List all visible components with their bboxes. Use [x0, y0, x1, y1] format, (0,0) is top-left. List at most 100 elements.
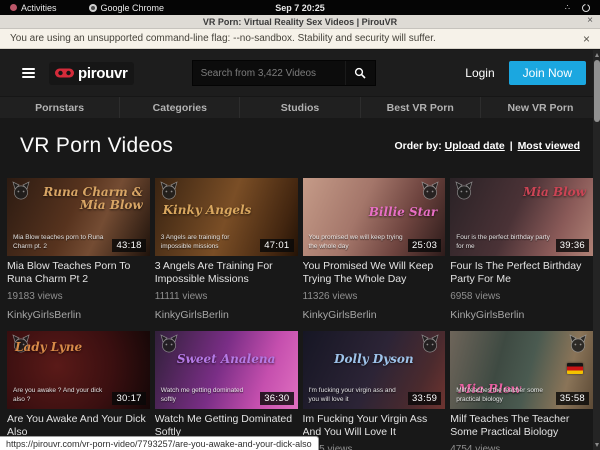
video-thumbnail[interactable]: Mia Blow Milf teaches the teacher some p… — [450, 331, 593, 409]
page-title: VR Porn Videos — [20, 134, 173, 158]
activities-indicator-icon — [10, 4, 17, 11]
site-header: pirouvr Login Join Now — [0, 50, 600, 96]
system-top-bar: Activities Google Chrome Sep 7 20:25 ∴ — [0, 0, 600, 15]
duration-badge: 25:03 — [408, 239, 441, 252]
thumbnail-overlay-title: Dolly Dyson — [303, 353, 446, 366]
video-thumbnail[interactable]: Dolly Dyson I'm fucking your virgin ass … — [303, 331, 446, 409]
video-views: 4754 views — [450, 444, 593, 450]
video-card: Sweet Analena Watch me getting dominated… — [155, 331, 298, 450]
infobar-close-button[interactable]: × — [583, 32, 590, 46]
window-title-bar: VR Porn: Virtual Reality Sex Videos | Pi… — [0, 15, 600, 29]
activities-button[interactable]: Activities — [10, 3, 57, 13]
system-tray: ∴ — [565, 4, 590, 12]
thumbnail-caption: You promised we will keep trying the who… — [309, 234, 404, 252]
activities-label: Activities — [21, 3, 57, 13]
order-upload-date-link[interactable]: Upload date — [445, 140, 505, 152]
video-card: Kinky Angels 3 Angels are training for i… — [155, 178, 298, 321]
site-logo[interactable]: pirouvr — [49, 62, 134, 85]
thumbnail-overlay-title: Billie Star — [369, 206, 438, 219]
studio-cat-mask-icon — [420, 334, 440, 354]
nav-item-categories[interactable]: Categories — [119, 97, 239, 118]
video-thumbnail[interactable]: Mia Blow Four is the perfect birthday pa… — [450, 178, 593, 256]
studio-cat-mask-icon — [159, 181, 179, 201]
network-icon[interactable]: ∴ — [565, 4, 570, 12]
studio-cat-mask-icon — [420, 181, 440, 201]
main-nav: Pornstars Categories Studios Best VR Por… — [0, 96, 600, 118]
order-separator: | — [510, 140, 513, 152]
thumbnail-overlay-title: Lady Lyne — [15, 341, 82, 354]
studio-link[interactable]: KinkyGirlsBerlin — [7, 309, 150, 321]
video-card: Dolly Dyson I'm fucking your virgin ass … — [303, 331, 446, 450]
german-flag — [567, 363, 583, 374]
duration-badge: 47:01 — [260, 239, 293, 252]
video-views: 11111 views — [155, 291, 298, 302]
thumbnail-caption: Are you awake ? And your dick also ? — [13, 387, 108, 405]
scrollbar-down-arrow[interactable] — [595, 443, 599, 447]
thumbnail-overlay-title: Runa Charm & Mia Blow — [21, 186, 142, 212]
status-url-tooltip: https://pirouvr.com/vr-porn-video/779325… — [0, 436, 319, 450]
video-card: Billie Star You promised we will keep tr… — [303, 178, 446, 321]
video-thumbnail[interactable]: Kinky Angels 3 Angels are training for i… — [155, 178, 298, 256]
login-link[interactable]: Login — [465, 66, 494, 80]
thumbnail-caption: Four is the perfect birthday party for m… — [456, 234, 551, 252]
search-bar — [192, 60, 376, 86]
video-title-link[interactable]: You Promised We Will Keep Trying The Who… — [303, 260, 446, 286]
window-title: VR Porn: Virtual Reality Sex Videos | Pi… — [203, 17, 397, 27]
thumbnail-overlay-title: Kinky Angels — [163, 204, 252, 217]
chrome-app-menu[interactable]: Google Chrome — [89, 3, 165, 13]
nav-item-studios[interactable]: Studios — [239, 97, 359, 118]
video-thumbnail[interactable]: Billie Star You promised we will keep tr… — [303, 178, 446, 256]
scrollbar-up-arrow[interactable] — [595, 53, 599, 57]
video-title-link[interactable]: 3 Angels Are Training For Impossible Mis… — [155, 260, 298, 286]
video-views: 9795 views — [303, 444, 446, 450]
video-views: 11326 views — [303, 291, 446, 302]
video-title-link[interactable]: Milf Teaches The Teacher Some Practical … — [450, 413, 593, 439]
studio-cat-mask-icon — [568, 334, 588, 354]
video-title-link[interactable]: Im Fucking Your Virgin Ass And You Will … — [303, 413, 446, 439]
window-close-button[interactable]: × — [587, 15, 593, 26]
order-most-viewed-link[interactable]: Most viewed — [518, 140, 580, 152]
video-thumbnail[interactable]: Lady Lyne Are you awake ? And your dick … — [7, 331, 150, 409]
video-thumbnail[interactable]: Sweet Analena Watch me getting dominated… — [155, 331, 298, 409]
search-input[interactable] — [193, 61, 345, 85]
duration-badge: 43:18 — [112, 239, 145, 252]
scrollbar-thumb[interactable] — [594, 60, 600, 122]
thumbnail-caption: Mia Blow teaches porn to Runa Charm pt. … — [13, 234, 108, 252]
video-views: 6958 views — [450, 291, 593, 302]
duration-badge: 39:36 — [556, 239, 589, 252]
site-logo-text: pirouvr — [78, 65, 128, 82]
studio-link[interactable]: KinkyGirlsBerlin — [155, 309, 298, 321]
duration-badge: 35:58 — [556, 392, 589, 405]
video-card: Runa Charm & Mia Blow Mia Blow teaches p… — [7, 178, 150, 321]
video-card: Lady Lyne Are you awake ? And your dick … — [7, 331, 150, 450]
studio-cat-mask-icon — [159, 334, 179, 354]
video-title-link[interactable]: Four Is The Perfect Birthday Party For M… — [450, 260, 593, 286]
page-viewport: pirouvr Login Join Now Pornstars Categor… — [0, 50, 600, 450]
chrome-app-label: Google Chrome — [101, 3, 165, 13]
video-title-link[interactable]: Mia Blow Teaches Porn To Runa Charm Pt 2 — [7, 260, 150, 286]
duration-badge: 30:17 — [112, 392, 145, 405]
screen: Activities Google Chrome Sep 7 20:25 ∴ V… — [0, 0, 600, 450]
nav-item-pornstars[interactable]: Pornstars — [0, 97, 119, 118]
nav-item-best-vr-porn[interactable]: Best VR Porn — [360, 97, 480, 118]
studio-link[interactable]: KinkyGirlsBerlin — [450, 309, 593, 321]
chrome-infobar: You are using an unsupported command-lin… — [0, 29, 600, 49]
nav-item-new-vr-porn[interactable]: New VR Porn — [480, 97, 600, 118]
join-now-button[interactable]: Join Now — [509, 61, 586, 85]
thumbnail-caption: 3 Angels are training for impossible mis… — [161, 234, 256, 252]
thumbnail-caption: Watch me getting dominated softly — [161, 387, 256, 405]
menu-hamburger-icon[interactable] — [22, 68, 35, 78]
studio-link[interactable]: KinkyGirlsBerlin — [303, 309, 446, 321]
power-icon[interactable] — [582, 4, 590, 12]
video-thumbnail[interactable]: Runa Charm & Mia Blow Mia Blow teaches p… — [7, 178, 150, 256]
search-button[interactable] — [345, 61, 375, 85]
clock[interactable]: Sep 7 20:25 — [275, 3, 325, 13]
scrollbar-track[interactable] — [593, 50, 600, 450]
chrome-icon — [89, 4, 97, 12]
thumbnail-overlay-title: Sweet Analena — [155, 353, 298, 366]
thumbnail-caption: I'm fucking your virgin ass and you will… — [309, 387, 404, 405]
studio-cat-mask-icon — [454, 181, 474, 201]
duration-badge: 33:59 — [408, 392, 441, 405]
page-heading-row: VR Porn Videos Order by: Upload date | M… — [0, 118, 600, 168]
vr-headset-icon — [55, 68, 74, 78]
